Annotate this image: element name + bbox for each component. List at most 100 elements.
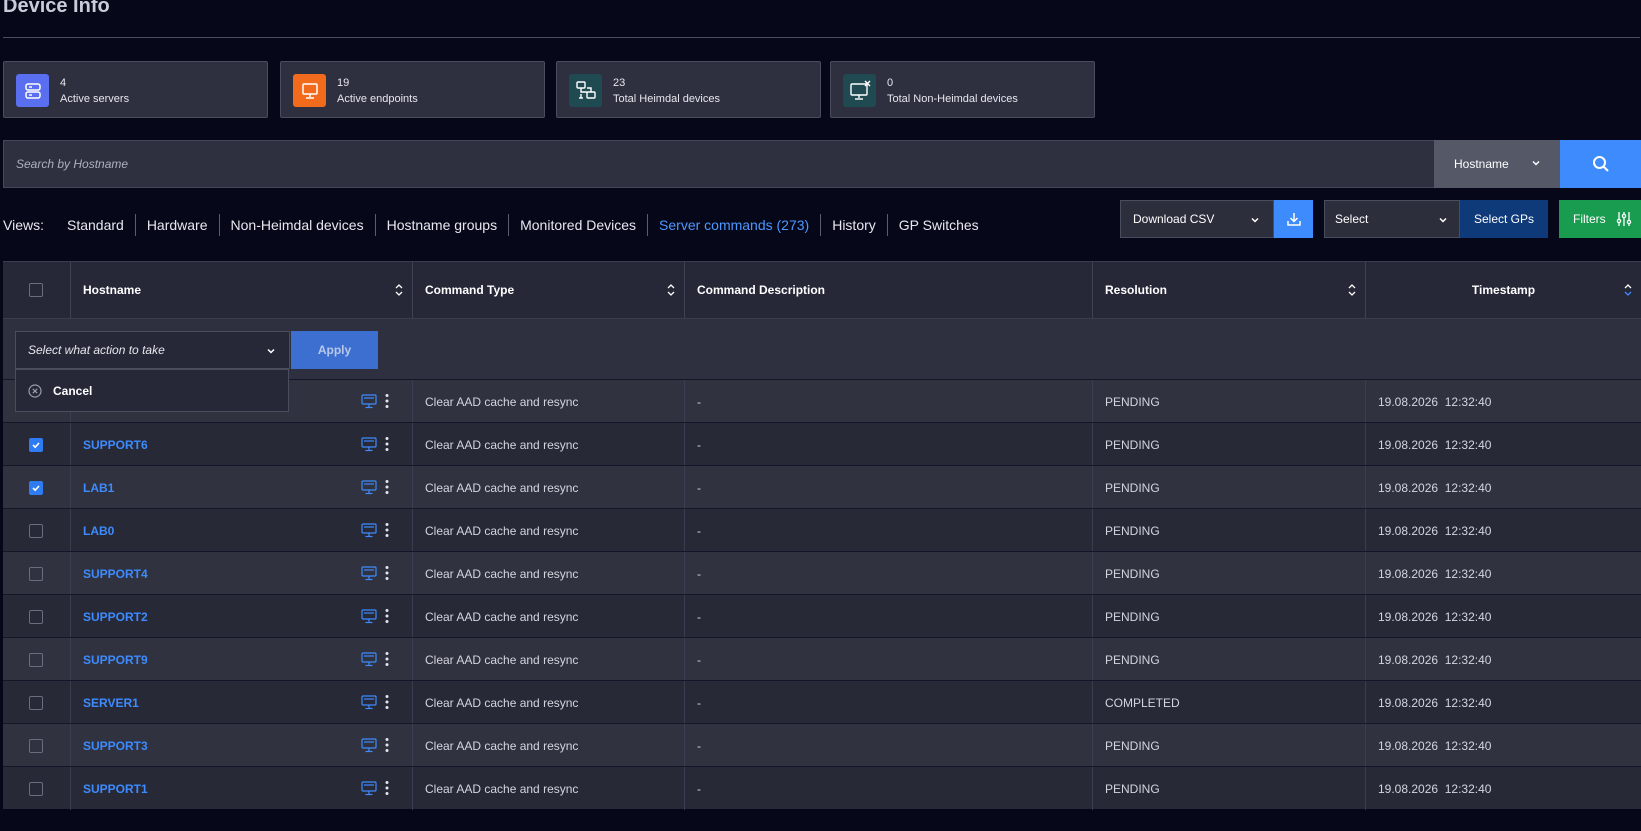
more-options-icon[interactable] <box>385 479 389 495</box>
tab-non-heimdal-devices[interactable]: Non-Heimdal devices <box>220 214 376 236</box>
table-row[interactable]: LAB0 Clear AAD cache and resync - PENDING 19… <box>3 508 1641 552</box>
tab-standard[interactable]: Standard <box>56 214 136 236</box>
hostname-link[interactable]: SUPPORT6 <box>83 438 148 452</box>
select-gps-button[interactable]: Select GPs <box>1460 200 1548 238</box>
timestamp-cell: 19.08.2026 12:32:40 <box>1378 781 1492 796</box>
row-checkbox-cell <box>3 552 71 595</box>
row-checkbox[interactable] <box>29 437 43 452</box>
hostname-link[interactable]: SUPPORT1 <box>83 782 148 796</box>
apply-button[interactable]: Apply <box>291 331 378 369</box>
row-checkbox[interactable] <box>29 781 43 796</box>
more-options-icon[interactable] <box>385 694 389 710</box>
tab-gp-switches[interactable]: GP Switches <box>888 214 990 236</box>
devices-network-icon <box>569 74 602 107</box>
table-row[interactable]: SERVER1 Clear AAD cache and resync - COMPLE… <box>3 680 1641 724</box>
tab-hostname-groups[interactable]: Hostname groups <box>376 214 510 236</box>
resolution-cell: COMPLETED <box>1093 681 1366 724</box>
monitor-icon[interactable] <box>361 566 377 581</box>
more-options-icon[interactable] <box>385 522 389 538</box>
hostname-cell: SUPPORT2 <box>71 595 413 638</box>
table-row[interactable]: SUPPORT2 Clear AAD cache and resync - PENDI… <box>3 594 1641 638</box>
header-timestamp[interactable]: Timestamp <box>1366 262 1641 318</box>
header-command-description-label: Command Description <box>697 283 826 297</box>
tab-hardware[interactable]: Hardware <box>136 214 220 236</box>
more-options-icon[interactable] <box>385 565 389 581</box>
hostname-link[interactable]: SUPPORT2 <box>83 610 148 624</box>
resolution-cell: PENDING <box>1093 767 1366 810</box>
more-options-icon[interactable] <box>385 780 389 796</box>
cancel-option[interactable]: Cancel <box>15 369 289 412</box>
filters-button[interactable]: Filters <box>1559 200 1641 238</box>
row-checkbox[interactable] <box>29 609 43 624</box>
sort-icon <box>1348 284 1356 296</box>
stat-card-total-non-heimdal-devices[interactable]: 0 Total Non-Heimdal devices <box>830 61 1095 118</box>
more-options-icon[interactable] <box>385 436 389 452</box>
tab-history[interactable]: History <box>821 214 888 236</box>
table-row[interactable]: SUPPORT1 Clear AAD cache and resync - PENDI… <box>3 766 1641 810</box>
command-description-cell: - <box>685 509 1093 552</box>
monitor-icon[interactable] <box>361 437 377 452</box>
row-checkbox-cell <box>3 724 71 767</box>
table-row[interactable]: LAB1 Clear AAD cache and resync - PENDING 19… <box>3 465 1641 509</box>
monitor-icon[interactable] <box>361 523 377 538</box>
more-options-icon[interactable] <box>385 608 389 624</box>
hostname-link[interactable]: SUPPORT3 <box>83 739 148 753</box>
table-row[interactable]: SUPPORT9 Clear AAD cache and resync - PENDI… <box>3 637 1641 681</box>
command-description-cell: - <box>685 595 1093 638</box>
header-hostname[interactable]: Hostname <box>71 262 413 318</box>
search-button[interactable] <box>1560 140 1641 188</box>
row-checkbox[interactable] <box>29 695 43 710</box>
header-command-type-label: Command Type <box>425 283 515 297</box>
command-type-cell: Clear AAD cache and resync <box>413 509 685 552</box>
tab-monitored-devices[interactable]: Monitored Devices <box>509 214 649 236</box>
monitor-icon[interactable] <box>361 695 377 710</box>
download-button[interactable] <box>1274 200 1313 238</box>
table-row[interactable]: SUPPORT3 Clear AAD cache and resync - PENDI… <box>3 723 1641 767</box>
row-checkbox[interactable] <box>29 566 43 581</box>
search-field-select[interactable]: Hostname <box>1434 140 1560 188</box>
more-options-icon[interactable] <box>385 737 389 753</box>
more-options-icon[interactable] <box>385 393 389 409</box>
command-description-cell: - <box>685 724 1093 767</box>
command-description-cell: - <box>685 423 1093 466</box>
monitor-icon[interactable] <box>361 609 377 624</box>
desktop-icon <box>293 74 326 107</box>
table-header: Hostname Command Type Command Descriptio… <box>3 262 1641 318</box>
hostname-link[interactable]: SERVER1 <box>83 696 139 710</box>
stat-count: 0 <box>887 77 894 89</box>
hostname-link[interactable]: SUPPORT4 <box>83 567 148 581</box>
chevron-down-icon <box>1439 217 1447 223</box>
stat-card-total-heimdal-devices[interactable]: 23 Total Heimdal devices <box>556 61 821 118</box>
more-options-icon[interactable] <box>385 651 389 667</box>
monitor-icon[interactable] <box>361 394 377 409</box>
bulk-action-select[interactable]: Select what action to take <box>15 331 290 369</box>
header-resolution[interactable]: Resolution <box>1093 262 1366 318</box>
row-checkbox[interactable] <box>29 652 43 667</box>
hostname-cell: LAB1 <box>71 466 413 509</box>
download-csv-select[interactable]: Download CSV <box>1120 200 1274 238</box>
stat-card-active-endpoints[interactable]: 19 Active endpoints <box>280 61 545 118</box>
hostname-link[interactable]: LAB1 <box>83 481 114 495</box>
row-checkbox[interactable] <box>29 480 43 495</box>
row-checkbox[interactable] <box>29 523 43 538</box>
header-command-type[interactable]: Command Type <box>413 262 685 318</box>
hostname-link[interactable]: SUPPORT9 <box>83 653 148 667</box>
table-row[interactable]: SUPPORT6 Clear AAD cache and resync - PENDI… <box>3 422 1641 466</box>
select-all-checkbox[interactable] <box>29 283 43 297</box>
row-checkbox[interactable] <box>29 738 43 753</box>
table-row[interactable]: SUPPORT4 Clear AAD cache and resync - PENDI… <box>3 551 1641 595</box>
monitor-icon[interactable] <box>361 738 377 753</box>
monitor-icon[interactable] <box>361 652 377 667</box>
views-nav: Views: Standard Hardware Non-Heimdal dev… <box>3 214 990 236</box>
timestamp-cell: 19.08.2026 12:32:40 <box>1378 652 1492 667</box>
stat-card-active-servers[interactable]: 4 Active servers <box>3 61 268 118</box>
command-type-cell: Clear AAD cache and resync <box>413 767 685 810</box>
monitor-icon[interactable] <box>361 781 377 796</box>
stat-count: 19 <box>337 77 350 89</box>
hostname-link[interactable]: LAB0 <box>83 524 114 538</box>
hostname-cell: SUPPORT9 <box>71 638 413 681</box>
monitor-icon[interactable] <box>361 480 377 495</box>
tab-server-commands[interactable]: Server commands (273) <box>648 214 822 236</box>
gp-select[interactable]: Select <box>1324 200 1460 238</box>
search-input[interactable] <box>4 141 1434 187</box>
